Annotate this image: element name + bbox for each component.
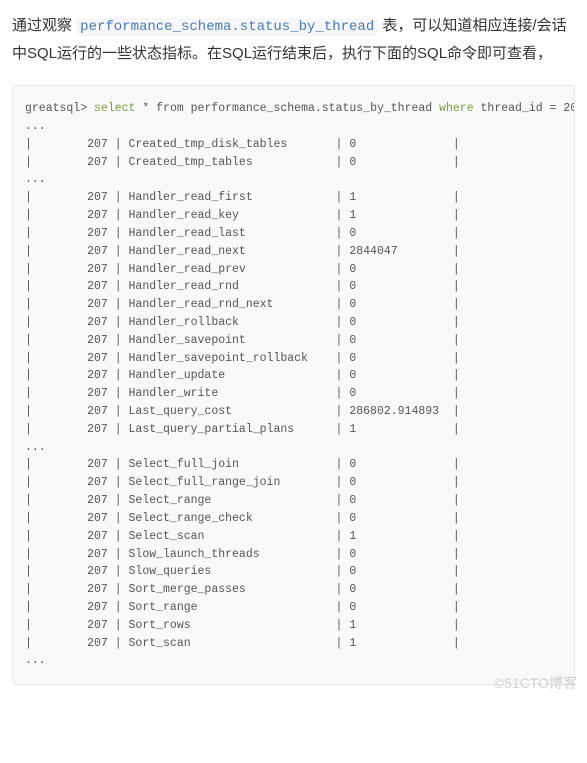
sql-keyword-select: select: [94, 102, 135, 115]
sql-prompt: greatsql>: [25, 102, 94, 115]
sql-mid: * from performance_schema.status_by_thre…: [135, 102, 439, 115]
inline-code-table: performance_schema.status_by_thread: [76, 18, 378, 36]
sql-result-rows: ... | 207 | Created_tmp_disk_tables | 0 …: [25, 120, 460, 667]
sql-tail: thread_id = 207;: [474, 102, 575, 115]
sql-keyword-where: where: [439, 102, 474, 115]
intro-text-1: 通过观察: [12, 17, 76, 34]
intro-paragraph: 通过观察 performance_schema.status_by_thread…: [12, 12, 575, 67]
sql-code-block: greatsql> select * from performance_sche…: [12, 85, 575, 685]
